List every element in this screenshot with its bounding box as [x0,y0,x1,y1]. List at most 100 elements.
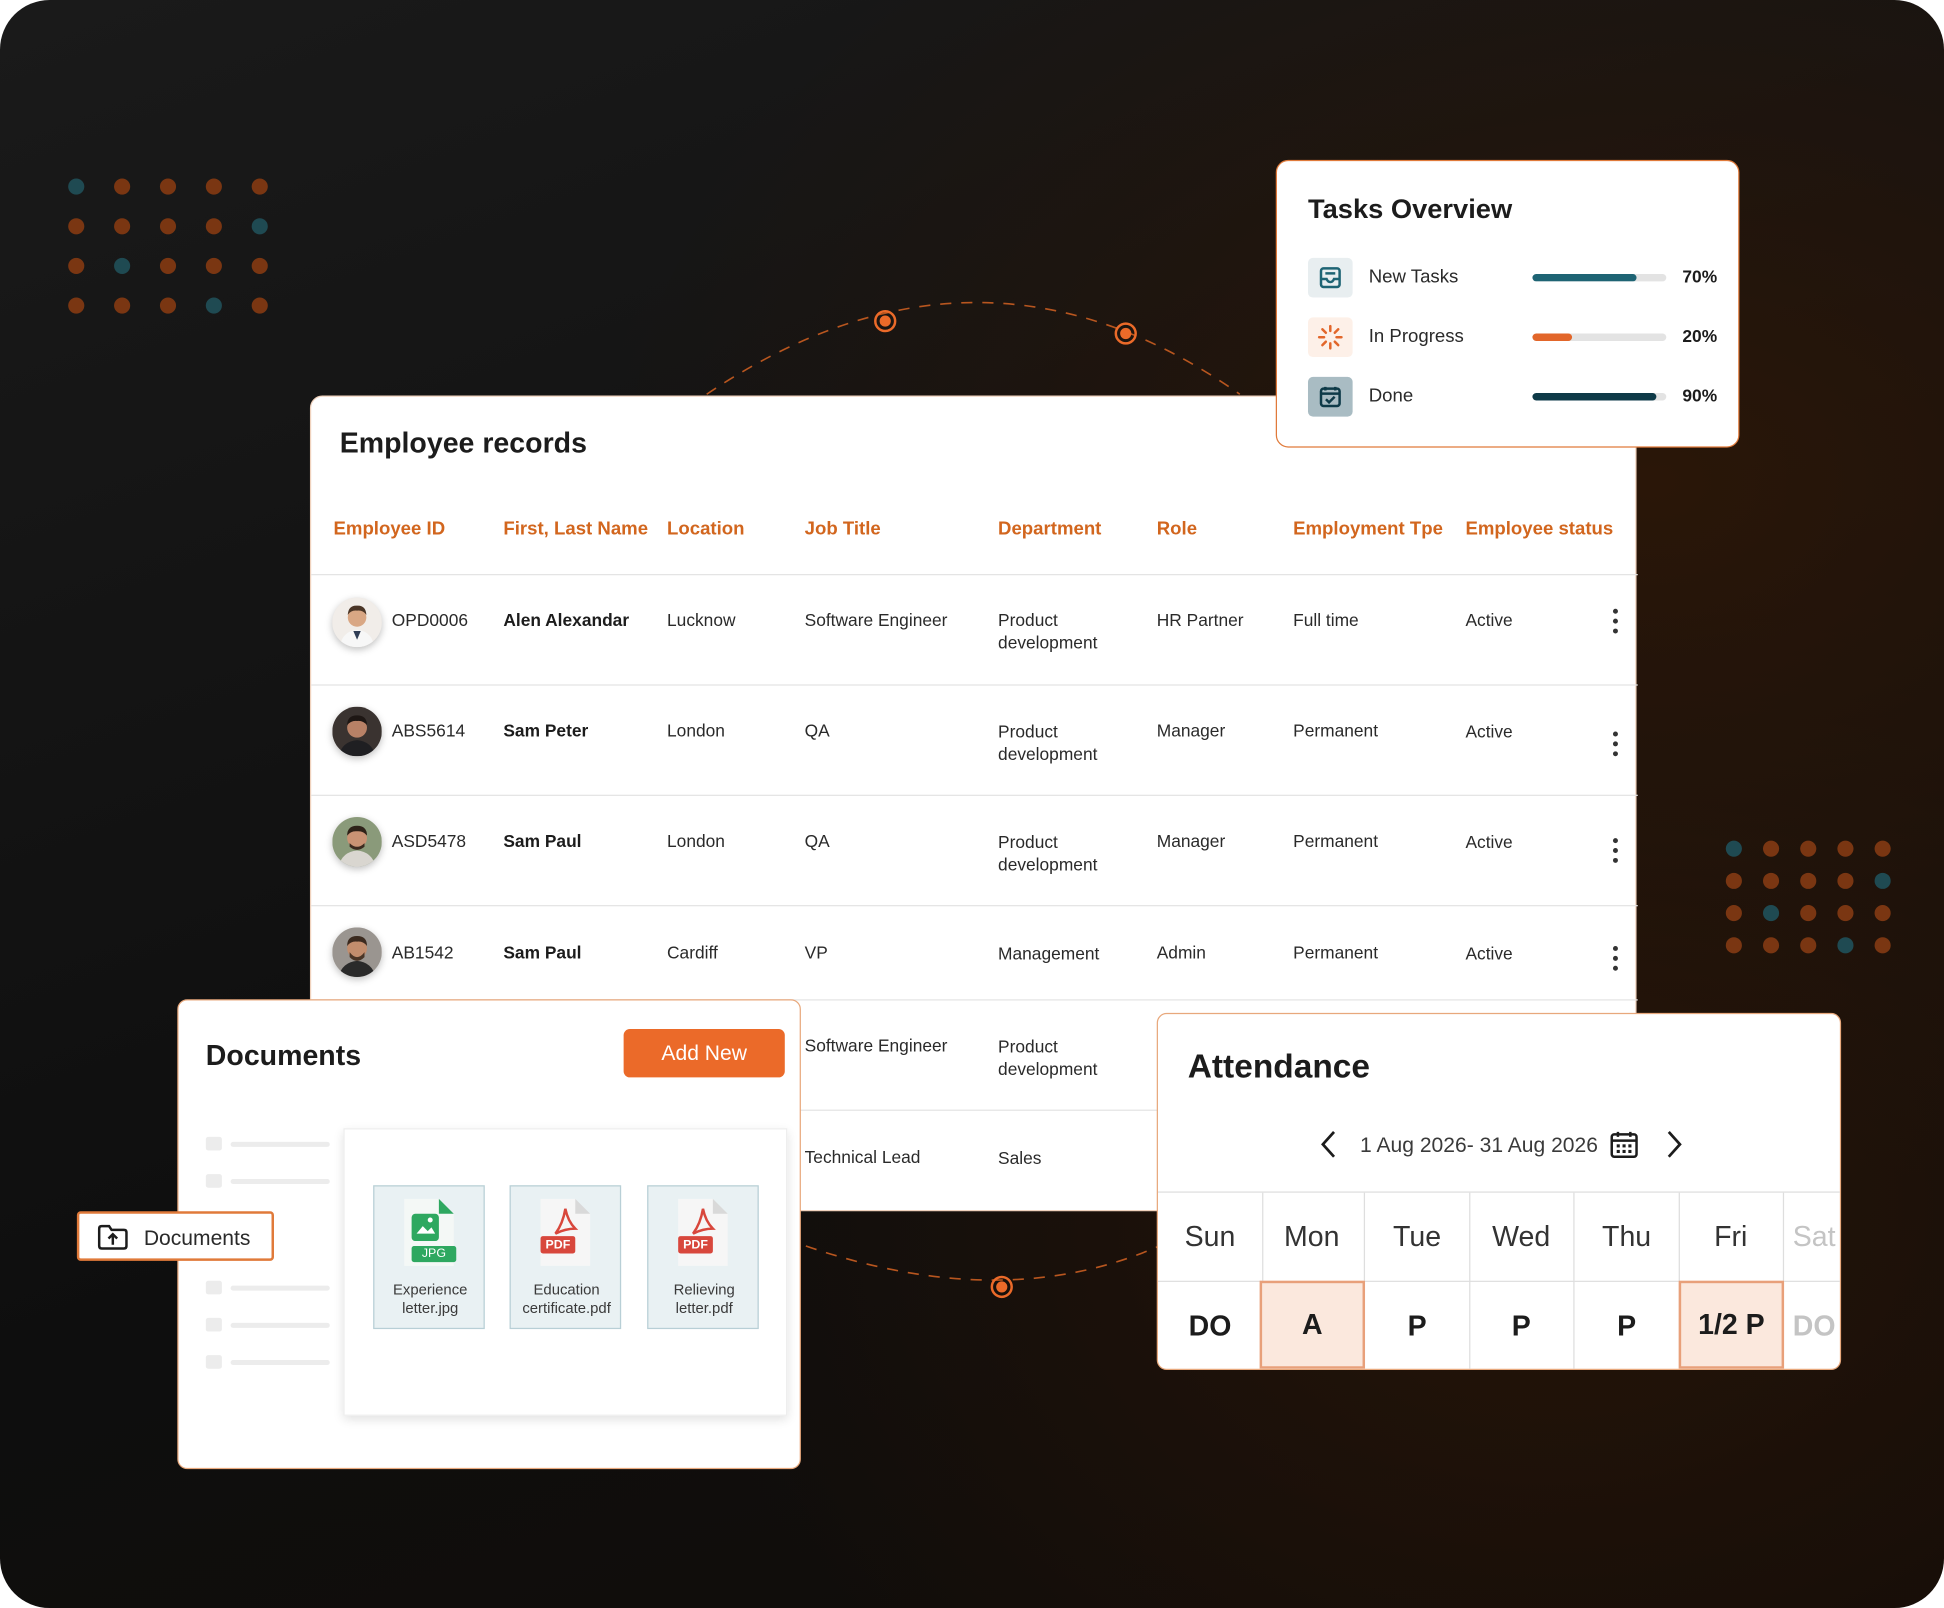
employee-role: Admin [1156,942,1206,963]
file-name-line: Relieving [673,1280,735,1299]
task-percent: 90% [1682,385,1718,406]
column-header-name[interactable]: First, Last Name [503,518,648,539]
attendance-cell-sun[interactable]: DO [1157,1280,1264,1369]
employee-department: Product development [998,1036,1098,1079]
employee-name[interactable]: Sam Peter [503,719,588,741]
employee-location: London [667,830,725,851]
employment-type: Permanent [1293,942,1379,963]
attendance-cell-thu[interactable]: P [1574,1280,1680,1369]
more-vertical-icon[interactable] [1612,731,1619,757]
task-percent: 20% [1682,326,1718,346]
attendance-cell-sat[interactable]: DO [1784,1280,1840,1369]
employment-type: Permanent [1293,830,1379,851]
attendance-cell-wed[interactable]: P [1469,1280,1575,1369]
attendance-cell-mon[interactable]: A [1259,1280,1366,1369]
employee-job-title: Software Engineer [804,1035,948,1056]
file-name-line: Experience [392,1280,468,1299]
table-row[interactable]: OPD0006 Alen Alexandar Lucknow Software … [311,575,1638,685]
employee-location: Lucknow [667,609,736,630]
chevron-right-icon[interactable] [1661,1128,1686,1160]
column-header-job-title[interactable]: Job Title [805,518,881,539]
file-panel: JPG Experience letter.jpg PDF Education ce… [343,1128,788,1416]
tasks-overview-card: Tasks Overview New Tasks 70% In Progress… [1275,159,1740,448]
employee-department: Management [998,943,1100,964]
folder-upload-icon [97,1224,129,1257]
column-header-role[interactable]: Role [1157,518,1197,539]
connector-node [1114,322,1137,345]
column-header-employee-id[interactable]: Employee ID [334,518,446,539]
task-label: New Tasks [1368,266,1459,288]
file-name-line: letter.pdf [675,1299,733,1317]
date-range: 1 Aug 2026- 31 Aug 2026 [1360,1133,1598,1157]
task-row-in-progress[interactable]: In Progress 20% [1307,317,1723,358]
employee-department: Sales [998,1148,1042,1168]
documents-nav-tab[interactable]: Documents [76,1211,274,1261]
add-new-button[interactable]: Add New [623,1029,785,1078]
task-percent: 70% [1682,266,1718,287]
day-header-thu: Thu [1575,1192,1680,1281]
task-row-new[interactable]: New Tasks 70% [1307,257,1723,298]
file-name-line: certificate.pdf [522,1299,611,1317]
more-vertical-icon[interactable] [1612,945,1619,971]
canvas: Employee records Employee ID First, Last… [0,0,1944,1608]
employee-status: Active [1465,943,1513,964]
file-name-line: letter.jpg [402,1299,459,1317]
employee-role: Manager [1156,830,1226,851]
column-header-department[interactable]: Department [998,518,1101,539]
employee-status: Active [1465,831,1513,852]
connector-node [874,309,897,333]
employee-id: OPD0006 [391,609,469,630]
employee-name[interactable]: Sam Paul [503,829,581,851]
calendar-icon[interactable] [1609,1129,1639,1165]
day-header-fri: Fri [1679,1192,1785,1281]
file-badge: PDF [545,1238,571,1253]
column-header-location[interactable]: Location [667,518,744,539]
documents-title: Documents [205,1038,362,1072]
file-card-relieving-letter[interactable]: PDF Relieving letter.pdf [647,1185,760,1330]
progress-fill [1532,333,1573,341]
employee-job-title: Software Engineer [804,609,948,630]
file-name: Education certificate.pdf [511,1281,623,1318]
day-header-mon: Mon [1260,1192,1366,1281]
task-row-done[interactable]: Done 90% [1307,376,1723,417]
day-header-sat: Sat [1792,1219,1836,1253]
file-card-experience-letter[interactable]: JPG Experience letter.jpg [373,1185,486,1330]
employee-job-title: QA [804,720,830,741]
attendance-card: Attendance 1 Aug 2026- 31 Aug 2026 Sun M… [1156,1012,1842,1370]
employee-name[interactable]: Alen Alexandar [503,609,629,631]
tasks-overview-title: Tasks Overview [1307,193,1513,225]
column-header-employee-status[interactable]: Employee status [1465,518,1613,539]
employee-job-title: Technical Lead [804,1146,921,1167]
employee-department: Product development [998,609,1098,653]
employee-job-title: VP [804,942,828,963]
file-name: Relieving letter.pdf [648,1281,760,1318]
employee-records-title: Employee records [339,426,587,459]
column-header-employment-type[interactable]: Employment Tpe [1293,518,1443,539]
table-row[interactable]: ABS5614 Sam Peter London QA Product deve… [311,686,1638,796]
employee-job-title: QA [804,830,830,851]
avatar [332,817,382,867]
task-label: In Progress [1368,326,1464,348]
avatar [332,706,382,757]
task-label: Done [1368,385,1414,407]
attendance-cell-tue[interactable]: P [1365,1280,1471,1369]
progress-fill [1532,273,1637,282]
chevron-left-icon[interactable] [1317,1128,1342,1160]
pdf-file-icon: PDF [673,1196,735,1274]
progress-fill [1532,393,1657,401]
file-card-education-certificate[interactable]: PDF Education certificate.pdf [509,1185,623,1330]
employee-name[interactable]: Sam Paul [503,941,581,963]
inbox-icon [1307,257,1353,298]
attendance-cell-fri[interactable]: 1/2 P [1678,1280,1785,1369]
image-file-icon: JPG [399,1196,461,1274]
attendance-title: Attendance [1187,1047,1371,1085]
employee-id: ABS5614 [391,720,466,741]
day-header-tue: Tue [1365,1192,1471,1281]
table-row[interactable]: ASD5478 Sam Paul London QA Product devel… [311,796,1638,906]
more-vertical-icon[interactable] [1612,608,1619,634]
file-name: Experience letter.jpg [374,1281,486,1318]
avatar [332,597,382,648]
progress-bar [1532,273,1667,282]
employee-role: Manager [1156,720,1226,741]
more-vertical-icon[interactable] [1612,838,1619,863]
